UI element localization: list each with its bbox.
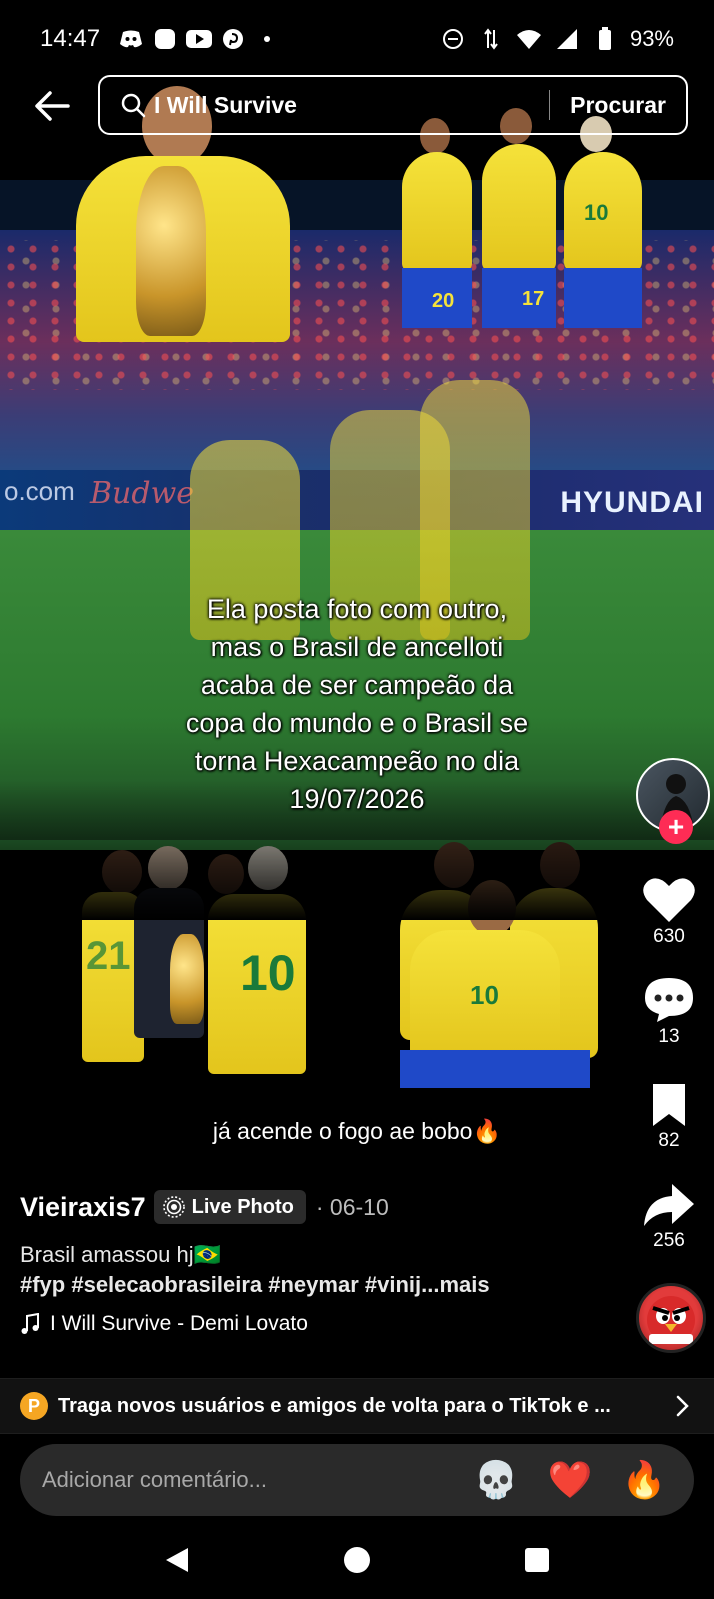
system-nav-bar — [0, 1520, 714, 1599]
live-photo-icon — [162, 1196, 185, 1218]
back-button[interactable] — [30, 84, 74, 128]
nav-home-button[interactable] — [337, 1540, 377, 1580]
post-meta: Vieiraxis7 Live Photo · 06-10 Brasil ama… — [20, 1186, 620, 1336]
wifi-icon — [516, 28, 542, 50]
ad-text-1: o.com — [4, 476, 75, 506]
caption-line: Ela posta foto com outro, — [206, 594, 508, 624]
music-title: I Will Survive - Demi Lovato — [50, 1312, 308, 1335]
live-photo-label: Live Photo — [191, 1195, 294, 1218]
save-count: 82 — [658, 1130, 680, 1151]
battery-icon — [592, 27, 618, 50]
coin-icon: P — [20, 1392, 48, 1420]
follow-button[interactable]: + — [659, 810, 693, 844]
like-count: 630 — [653, 926, 685, 947]
comment-button[interactable]: 13 — [624, 976, 714, 1048]
more-link[interactable]: mais — [439, 1272, 489, 1297]
search-box[interactable]: I Will Survive Procurar — [98, 75, 688, 135]
nav-recents-button[interactable] — [517, 1540, 557, 1580]
search-input[interactable]: I Will Survive — [154, 92, 549, 119]
skull-emoji-button[interactable]: 💀 — [468, 1459, 524, 1501]
action-rail: + 630 13 82 256 — [624, 0, 714, 1360]
search-divider — [549, 90, 551, 120]
post-description: Brasil amassou hj🇧🇷 — [20, 1242, 222, 1267]
data-arrows-icon — [478, 28, 504, 50]
notification-icons — [118, 28, 280, 50]
video-caption: Ela posta foto com outro, mas o Brasil d… — [130, 590, 584, 818]
dnd-icon — [440, 28, 466, 50]
app-square-icon — [152, 28, 178, 50]
music-disc[interactable] — [636, 1283, 706, 1353]
author-name[interactable]: Vieiraxis7 — [20, 1192, 146, 1223]
share-button[interactable]: 256 — [624, 1182, 714, 1252]
status-bar: 14:47 93% — [0, 0, 714, 78]
more-notifications-dot — [254, 28, 280, 50]
square-recents-icon — [525, 1547, 549, 1572]
comment-bar[interactable]: Adicionar comentário... 💀 ❤️ 🔥 — [20, 1444, 694, 1516]
chevron-right-icon — [676, 1395, 689, 1417]
music-track[interactable]: I Will Survive - Demi Lovato — [20, 1312, 620, 1336]
post-date: · 06-10 — [315, 1193, 389, 1220]
fire-emoji-button[interactable]: 🔥 — [616, 1459, 672, 1501]
caption-line: copa do mundo e o Brasil se — [185, 708, 529, 738]
signal-icon — [554, 28, 580, 50]
three-players-image: 20 17 10 — [392, 108, 654, 338]
heart-emoji-button[interactable]: ❤️ — [542, 1459, 598, 1501]
caption-line: acaba de ser campeão da — [200, 670, 514, 700]
caption-line: torna Hexacampeão no dia — [194, 746, 520, 776]
post-hashtags[interactable]: #fyp #selecaobrasileira #neymar #vinij..… — [20, 1272, 620, 1298]
promo-text: Traga novos usuários e amigos de volta p… — [58, 1394, 611, 1417]
video-sub-caption: já acende o fogo ae bobo🔥 — [212, 1118, 502, 1144]
search-header: I Will Survive Procurar — [0, 74, 714, 136]
angry-bird-icon — [647, 1296, 695, 1344]
status-time: 14:47 — [40, 25, 101, 52]
music-note-icon — [21, 1313, 39, 1334]
comment-count: 13 — [658, 1026, 680, 1047]
video-player[interactable]: o.com Budwe HYUNDAI 20 17 10 21 10 10 El… — [0, 0, 714, 1370]
save-button[interactable]: 82 — [624, 1082, 714, 1152]
heart-icon — [643, 878, 695, 922]
triangle-back-icon — [166, 1547, 188, 1572]
promo-banner[interactable]: P Traga novos usuários e amigos de volta… — [0, 1378, 714, 1434]
share-arrow-icon — [644, 1184, 694, 1226]
plus-icon: + — [667, 811, 685, 842]
pinterest-icon — [220, 28, 246, 50]
ad-text-2: Budwe — [90, 476, 195, 511]
author-line: Vieiraxis7 Live Photo · 06-10 — [20, 1186, 620, 1228]
discord-icon — [118, 28, 144, 50]
world-cup-trophy — [136, 166, 206, 336]
comment-input[interactable]: Adicionar comentário... — [42, 1467, 450, 1493]
like-button[interactable]: 630 — [624, 876, 714, 948]
arrow-left-icon — [35, 91, 70, 121]
caption-line: mas o Brasil de ancelloti — [210, 632, 504, 662]
hashtags-text[interactable]: #fyp #selecaobrasileira #neymar #vinij..… — [20, 1272, 439, 1297]
circle-home-icon — [344, 1546, 370, 1573]
comment-bubble-icon — [645, 978, 693, 1022]
caption-line: 19/07/2026 — [289, 784, 425, 814]
search-icon — [121, 93, 146, 118]
live-photo-badge[interactable]: Live Photo — [153, 1190, 306, 1224]
youtube-icon — [186, 28, 213, 50]
share-count: 256 — [653, 1230, 685, 1251]
bookmark-icon — [653, 1084, 685, 1126]
nav-back-button[interactable] — [157, 1540, 197, 1580]
search-button[interactable]: Procurar — [570, 92, 666, 119]
